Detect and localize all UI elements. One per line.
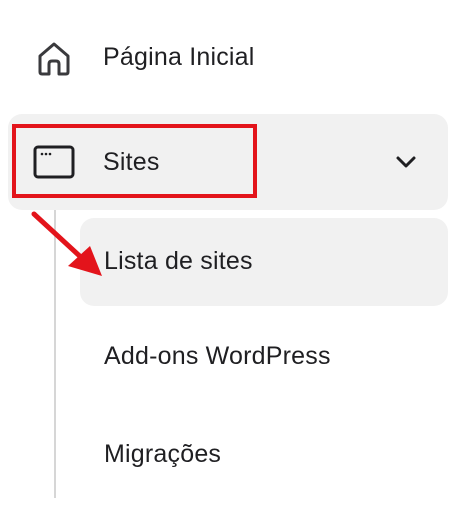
home-icon [34,38,74,78]
nav-subitem-migrations[interactable]: Migrações [80,410,448,498]
nav-subitem-site-list[interactable]: Lista de sites [80,218,448,306]
nav-subitem-label: Lista de sites [104,247,253,275]
nav-subitem-wordpress-addons[interactable]: Add-ons WordPress [80,314,448,402]
nav-item-home-label: Página Inicial [103,43,255,71]
nav-item-home[interactable]: Página Inicial [0,28,476,88]
nav-item-sites[interactable]: Sites [8,114,448,210]
submenu-tree-line [54,210,56,498]
chevron-down-icon[interactable] [394,150,418,174]
browser-window-icon [32,144,78,180]
nav-item-sites-label: Sites [103,148,160,176]
sidebar-nav: Página Inicial Sites Lista de sites Add-… [0,0,476,530]
nav-subitem-label: Migrações [104,440,222,468]
nav-subitem-label: Add-ons WordPress [104,342,331,370]
